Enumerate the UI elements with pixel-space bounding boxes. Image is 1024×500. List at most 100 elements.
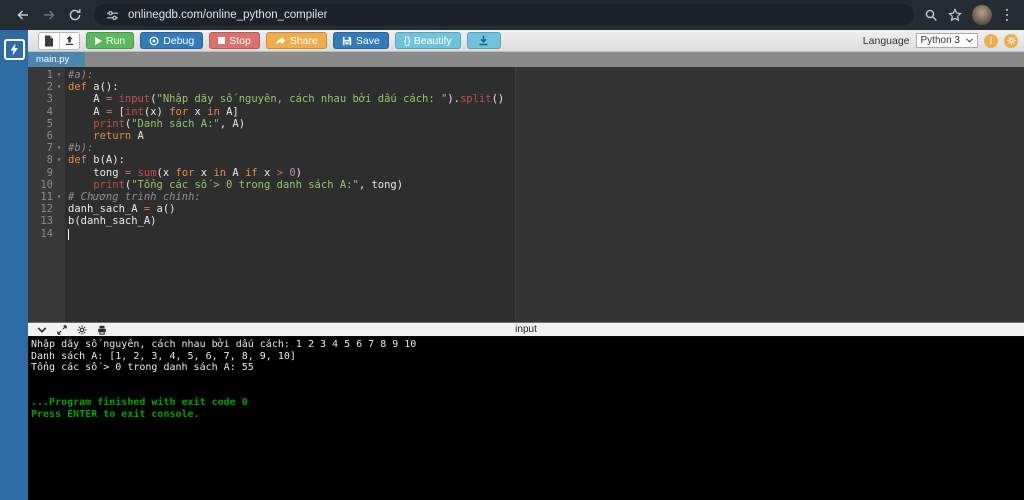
console-input-label: input <box>515 324 537 335</box>
line-number: 4 <box>46 105 53 118</box>
language-value: Python 3 <box>920 35 960 46</box>
line-number: 12 <box>40 203 53 216</box>
browser-menu-button[interactable] <box>1002 5 1013 26</box>
reload-button[interactable] <box>62 2 88 28</box>
debug-button[interactable]: Debug <box>140 32 204 49</box>
forward-icon <box>44 10 55 20</box>
fold-toggle[interactable]: ▾ <box>53 69 65 81</box>
onlinegdb-app: Run Debug Stop Share Save {} Beautify La… <box>0 30 1024 500</box>
code-line: 9 tong = sum(x for x in A if x > 0) <box>28 167 1024 179</box>
run-button[interactable]: Run <box>86 32 135 49</box>
upload-file-button[interactable] <box>59 32 79 49</box>
fold-toggle[interactable]: ▾ <box>53 142 65 154</box>
code-line: 1 ▾ #a): <box>28 69 1024 81</box>
upload-arrow-icon <box>65 35 74 45</box>
site-info-icon <box>107 10 118 20</box>
code-text: print("Danh sách A:", A) <box>93 117 246 130</box>
settings-button[interactable] <box>1004 33 1018 48</box>
code-line: 4 A = [int(x) for x in A] <box>28 106 1024 118</box>
save-button[interactable]: Save <box>332 32 389 49</box>
lightning-bolt-icon <box>10 43 18 56</box>
code-line: 5 print("Danh sách A:", A) <box>28 118 1024 130</box>
share-icon <box>276 36 286 45</box>
line-number: 13 <box>40 215 53 228</box>
search-icon[interactable] <box>924 8 938 22</box>
line-number: 6 <box>46 130 53 143</box>
stop-icon <box>218 37 226 44</box>
code-text: A = input("Nhập dãy số nguyên, cách nhau… <box>68 93 505 106</box>
code-text: #b): <box>68 142 94 155</box>
code-line: 6 return A <box>28 130 1024 142</box>
address-bar[interactable]: onlinegdb.com/online_python_compiler <box>94 4 914 26</box>
code-text: b(danh_sach_A) <box>68 215 157 228</box>
share-button[interactable]: Share <box>265 32 327 49</box>
floppy-save-icon <box>342 36 352 45</box>
chrome-actions <box>924 5 1015 26</box>
code-line: 13 b(danh_sach_A) <box>28 215 1024 227</box>
beautify-button[interactable]: {} Beautify <box>394 32 461 49</box>
tab-main-py[interactable]: main.py <box>28 52 86 67</box>
console-header: input <box>28 322 1024 337</box>
left-sidebar <box>0 30 28 500</box>
gear-icon <box>77 324 87 335</box>
expand-icon <box>57 324 67 335</box>
console-line: Danh sách A: [1, 2, 3, 4, 5, 6, 7, 8, 9,… <box>31 350 296 362</box>
code-line: 14 <box>28 228 1024 240</box>
console-collapse-button[interactable] <box>37 326 47 334</box>
language-select[interactable]: Python 3 <box>915 33 978 48</box>
stop-label: Stop <box>229 34 251 47</box>
run-label: Run <box>106 34 126 47</box>
gear-icon <box>1006 36 1016 45</box>
code-line: 11 ▾ # Chương trình chính: <box>28 191 1024 203</box>
file-button-group <box>38 31 80 50</box>
code-line: 3 A = input("Nhập dãy số nguyên, cách nh… <box>28 93 1024 105</box>
beautify-label: {} Beautify <box>403 34 452 47</box>
bookmark-star-icon[interactable] <box>947 8 962 22</box>
fold-toggle[interactable]: ▾ <box>53 81 65 93</box>
code-text: print("Tổng các số > 0 trong danh sách A… <box>93 178 404 191</box>
onlinegdb-logo[interactable] <box>3 39 25 60</box>
console-line: Tổng các số > 0 trong danh sách A: 55 <box>31 362 254 374</box>
back-button[interactable] <box>10 2 36 28</box>
export-icon <box>98 325 106 335</box>
code-text: # Chương trình chính: <box>68 191 201 204</box>
line-number: 1 <box>46 69 53 81</box>
stop-button[interactable]: Stop <box>209 32 260 49</box>
line-number: 9 <box>46 166 53 179</box>
code-editor[interactable]: 1 ▾ #a): 2 ▾ def a(): 3 A = input("Nhập dãy số… <box>28 67 1024 322</box>
code-text: A = [int(x) for x in A] <box>68 105 239 118</box>
code-line: 10 print("Tổng các số > 0 trong danh sác… <box>28 179 1024 191</box>
back-icon <box>17 10 28 20</box>
code-text: return A <box>93 130 144 143</box>
console-output[interactable]: Nhập dãy số nguyên, cách nhau bởi dấu cá… <box>28 337 1024 500</box>
console-line: ...Program finished with exit code 0 <box>31 396 248 408</box>
fold-toggle[interactable]: ▾ <box>53 154 65 166</box>
forward-button[interactable] <box>36 2 62 28</box>
line-number: 11 <box>40 191 53 204</box>
console-settings-button[interactable] <box>77 324 87 335</box>
line-number: 2 <box>46 81 53 94</box>
code-text: def b(A): <box>68 154 125 167</box>
console-line: Nhập dãy số nguyên, cách nhau bởi dấu cá… <box>31 339 417 350</box>
editor-tabbar: main.py <box>28 52 1024 67</box>
ide-toolbar: Run Debug Stop Share Save {} Beautify La… <box>28 30 1024 52</box>
console-export-button[interactable] <box>97 325 107 335</box>
fold-toggle[interactable]: ▾ <box>53 191 65 203</box>
console-fullscreen-button[interactable] <box>57 324 67 335</box>
file-icon <box>45 35 53 46</box>
chevron-down-icon <box>966 38 973 43</box>
profile-avatar[interactable] <box>971 5 992 25</box>
new-file-button[interactable] <box>39 32 59 49</box>
console-line: Press ENTER to exit console. <box>31 408 200 420</box>
code-line: 7 ▾ #b): <box>28 142 1024 154</box>
download-button[interactable] <box>466 32 501 49</box>
info-button[interactable]: i <box>984 33 998 48</box>
code-line: 8 ▾ def b(A): <box>28 154 1024 166</box>
